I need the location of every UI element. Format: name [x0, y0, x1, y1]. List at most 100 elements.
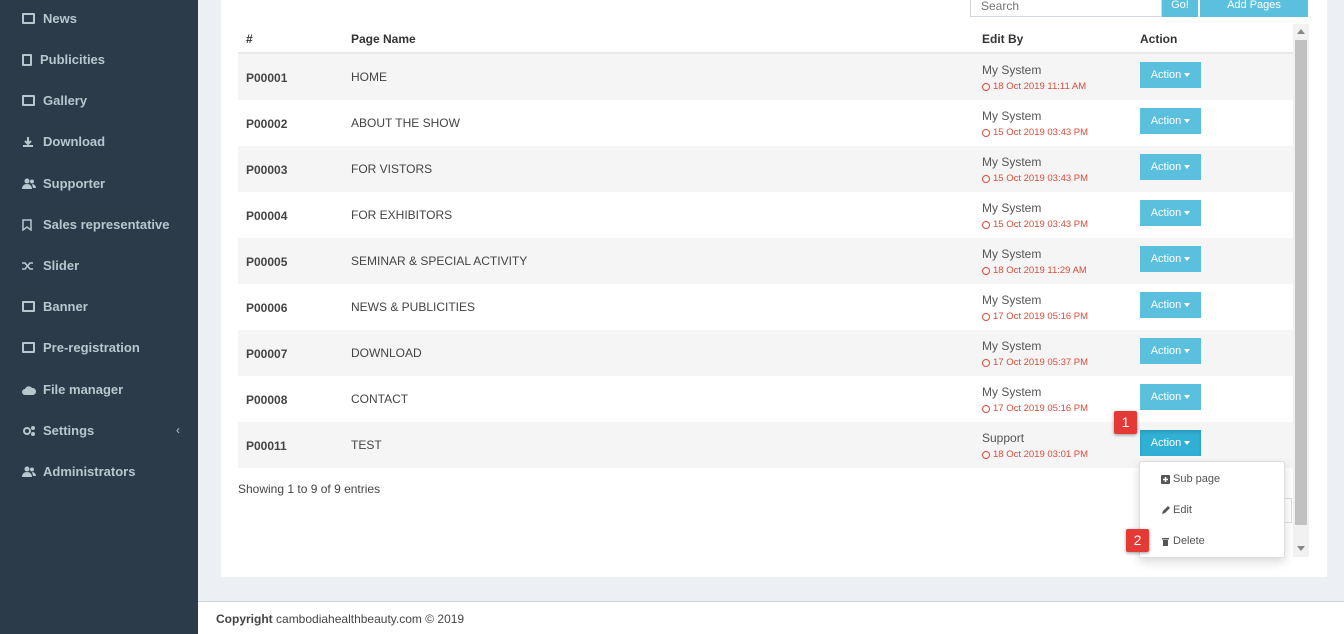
action-button[interactable]: Action: [1140, 292, 1201, 318]
image-icon: [22, 95, 35, 106]
caret-down-icon: [1184, 441, 1191, 446]
edit-date: 17 Oct 2019 05:37 PM: [982, 357, 1088, 368]
sidebar-item-publicities[interactable]: Publicities: [0, 39, 198, 80]
edit-date: 15 Oct 2019 03:43 PM: [982, 173, 1088, 184]
page-id: P00003: [246, 163, 288, 177]
table-row: P00001 HOME My System 18 Oct 2019 11:11 AM A…: [238, 54, 1293, 100]
dropdown-item-delete[interactable]: Delete: [1161, 535, 1205, 547]
annotation-badge-2: 2: [1126, 529, 1149, 552]
edit-date: 18 Oct 2019 11:11 AM: [982, 81, 1086, 92]
edit-date: 15 Oct 2019 03:43 PM: [982, 127, 1088, 138]
page-name: HOME: [351, 70, 387, 84]
dropdown-item-edit[interactable]: Edit: [1161, 504, 1192, 516]
copyright-label: Copyright: [216, 612, 273, 626]
page-name: NEWS & PUBLICITIES: [351, 300, 476, 314]
clock-icon: [982, 220, 990, 229]
sidebar-item-label: Administrators: [43, 464, 136, 479]
clock-icon: [982, 266, 990, 275]
sidebar-item-pre-registration[interactable]: Pre-registration: [0, 327, 198, 368]
action-button[interactable]: Action: [1140, 384, 1201, 410]
table-row: P00007 DOWNLOAD My System 17 Oct 2019 05:37…: [238, 330, 1293, 376]
edited-by: My System: [982, 63, 1042, 77]
sidebar-item-slider[interactable]: Slider: [0, 245, 198, 286]
page-name: DOWNLOAD: [351, 346, 422, 360]
scroll-down-arrow-icon[interactable]: [1297, 546, 1305, 551]
edited-by: Support: [982, 431, 1025, 445]
action-button[interactable]: Action: [1140, 430, 1201, 456]
pencil-icon: [1161, 505, 1170, 515]
edited-by: My System: [982, 109, 1042, 123]
chevron-left-icon: ‹: [176, 423, 180, 437]
book-icon: [22, 53, 32, 66]
table-row: P00006 NEWS & PUBLICITIES My System 17 Oct …: [238, 284, 1293, 330]
sidebar-item-label: Supporter: [43, 176, 106, 191]
clock-icon: [982, 450, 990, 459]
page-id: P00001: [246, 71, 288, 85]
annotation-badge-1: 1: [1114, 411, 1137, 434]
page-name: TEST: [351, 438, 382, 452]
page-id: P00002: [246, 117, 288, 131]
search-input[interactable]: [970, 0, 1162, 17]
page-id: P00004: [246, 209, 288, 223]
page-id: P00007: [246, 347, 288, 361]
sidebar-item-download[interactable]: Download: [0, 121, 198, 162]
go-button[interactable]: Go!: [1162, 0, 1198, 17]
caret-down-icon: [1184, 73, 1191, 78]
sidebar-item-label: Publicities: [40, 52, 106, 67]
edited-by: My System: [982, 201, 1042, 215]
sidebar-item-banner[interactable]: Banner: [0, 286, 198, 327]
picture-icon: [22, 301, 35, 312]
column-header-page-name: Page Name: [351, 32, 416, 46]
column-header-action: Action: [1140, 32, 1178, 46]
action-button[interactable]: Action: [1140, 246, 1201, 272]
sidebar-item-label: Sales representative: [43, 217, 170, 232]
sidebar: News Publicities Gallery Download Suppor…: [0, 0, 198, 634]
table-header: # Page Name Edit By Action: [238, 25, 1293, 54]
caret-down-icon: [1184, 119, 1191, 124]
dropdown-item-sub-page[interactable]: Sub page: [1161, 473, 1220, 485]
action-button[interactable]: Action: [1140, 200, 1201, 226]
action-button[interactable]: Action: [1140, 62, 1201, 88]
sidebar-item-file-manager[interactable]: File manager: [0, 369, 198, 410]
caret-down-icon: [1184, 257, 1191, 262]
scrollbar-thumb[interactable]: [1295, 40, 1307, 525]
users-icon: [22, 466, 36, 477]
edit-date: 17 Oct 2019 05:16 PM: [982, 311, 1088, 322]
edited-by: My System: [982, 155, 1042, 169]
sidebar-item-label: Settings: [43, 423, 95, 438]
sidebar-item-administrators[interactable]: Administrators: [0, 451, 198, 492]
action-button[interactable]: Action: [1140, 108, 1201, 134]
bookmark-icon: [22, 219, 35, 232]
add-pages-button[interactable]: Add Pages: [1200, 0, 1308, 17]
pagination[interactable]: [1284, 498, 1292, 523]
column-header-id: #: [246, 32, 253, 46]
sidebar-item-news[interactable]: News: [0, 0, 198, 39]
sidebar-item-label: Gallery: [43, 93, 88, 108]
action-button[interactable]: Action: [1140, 338, 1201, 364]
clock-icon: [982, 358, 990, 367]
shuffle-icon: [22, 260, 35, 271]
edited-by: My System: [982, 339, 1042, 353]
sidebar-item-settings[interactable]: Settings ‹: [0, 410, 198, 451]
users-icon: [22, 178, 36, 189]
sidebar-item-label: Banner: [43, 299, 88, 314]
clock-icon: [982, 128, 990, 137]
sidebar-item-sales-representative[interactable]: Sales representative: [0, 204, 198, 245]
sidebar-item-label: Slider: [43, 258, 80, 273]
page-id: P00008: [246, 393, 288, 407]
sidebar-item-gallery[interactable]: Gallery: [0, 80, 198, 121]
page-name: FOR EXHIBITORS: [351, 208, 453, 222]
action-button[interactable]: Action: [1140, 154, 1201, 180]
edit-date: 17 Oct 2019 05:16 PM: [982, 403, 1088, 414]
table-row: P00003 FOR VISTORS My System 15 Oct 2019 03…: [238, 146, 1293, 192]
table-row: P00005 SEMINAR & SPECIAL ACTIVITY My Syste…: [238, 238, 1293, 284]
edit-date: 15 Oct 2019 03:43 PM: [982, 219, 1088, 230]
table-row: P00004 FOR EXHIBITORS My System 15 Oct 2019…: [238, 192, 1293, 238]
page-name: SEMINAR & SPECIAL ACTIVITY: [351, 254, 528, 268]
sidebar-item-supporter[interactable]: Supporter: [0, 163, 198, 204]
plus-square-icon: [1161, 474, 1170, 484]
list-icon: [22, 342, 35, 353]
caret-down-icon: [1184, 395, 1191, 400]
scroll-up-arrow-icon[interactable]: [1297, 29, 1305, 34]
clock-icon: [982, 312, 990, 321]
